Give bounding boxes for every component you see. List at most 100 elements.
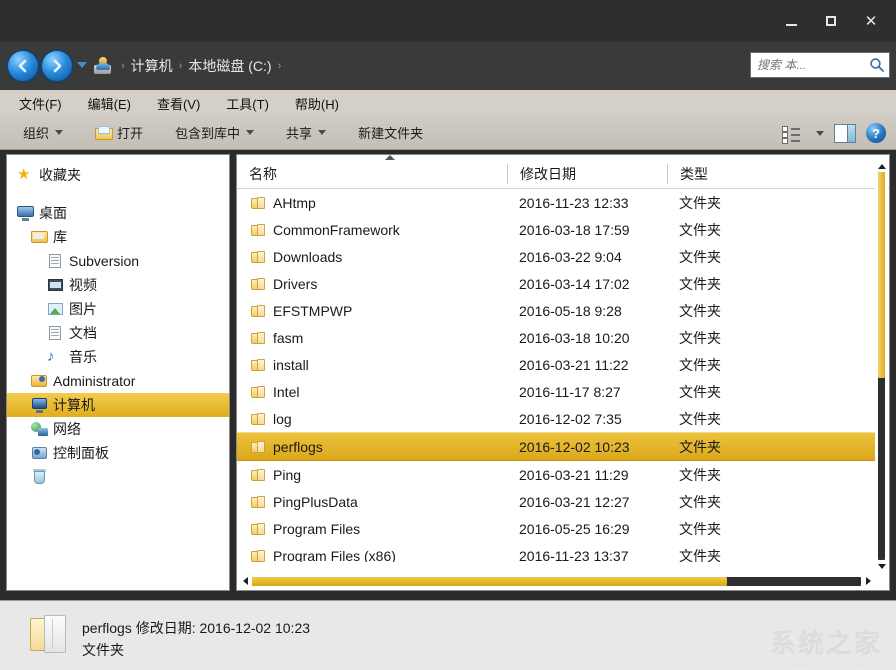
sidebar-item-libraries[interactable]: 库 [7, 225, 229, 249]
maximize-button[interactable] [812, 8, 850, 34]
folder-icon [251, 468, 265, 482]
table-row[interactable]: EFSTMPWP 2016-05-18 9:28 文件夹 [237, 297, 877, 324]
help-button[interactable]: ? [866, 123, 886, 143]
horizontal-scroll-track[interactable] [252, 577, 861, 586]
breadcrumb-item-local-disk[interactable]: 本地磁盘 (C:) [188, 56, 271, 76]
file-date: 2016-03-21 11:29 [507, 467, 667, 483]
chevron-right-icon [866, 577, 871, 585]
folder-icon [251, 440, 265, 454]
vertical-scroll-thumb[interactable] [878, 172, 885, 378]
table-row[interactable]: CommonFramework 2016-03-18 17:59 文件夹 [237, 216, 877, 243]
minimize-button[interactable] [772, 8, 810, 34]
scroll-down-button[interactable] [875, 560, 888, 572]
horizontal-scrollbar[interactable] [238, 573, 875, 589]
new-folder-button[interactable]: 新建文件夹 [353, 120, 428, 145]
scroll-right-button[interactable] [861, 573, 875, 589]
sidebar-item-control-panel[interactable]: 控制面板 [7, 441, 229, 465]
sidebar-item-videos[interactable]: 视频 [7, 273, 229, 297]
search-box[interactable] [750, 52, 890, 78]
share-button[interactable]: 共享 [281, 120, 331, 145]
breadcrumb-item-computer[interactable]: 计算机 [131, 56, 173, 76]
scroll-up-button[interactable] [875, 160, 888, 172]
sidebar-item-pictures[interactable]: 图片 [7, 297, 229, 321]
sidebar-item-label: 库 [53, 227, 67, 247]
file-name: EFSTMPWP [273, 303, 352, 319]
watermark-subtext: www.xitongzhijia.net [770, 660, 882, 669]
vertical-scrollbar[interactable] [875, 160, 888, 572]
table-row[interactable]: PingPlusData 2016-03-21 12:27 文件夹 [237, 488, 877, 515]
include-in-library-button[interactable]: 包含到库中 [170, 120, 259, 145]
file-type: 文件夹 [667, 492, 787, 512]
file-type: 文件夹 [667, 247, 787, 267]
file-list-pane[interactable]: 名称 修改日期 类型 AHtmp 2016-11-23 12:33 文件夹 [236, 154, 890, 591]
menu-item-view[interactable]: 查看(V) [154, 92, 203, 115]
vertical-scroll-track[interactable] [878, 172, 885, 560]
menu-item-file[interactable]: 文件(F) [16, 92, 65, 115]
sidebar-item-favorites[interactable]: ★ 收藏夹 [7, 163, 229, 187]
sidebar-item-documents[interactable]: 文档 [7, 321, 229, 345]
file-name: Intel [273, 384, 299, 400]
table-row[interactable]: fasm 2016-03-18 10:20 文件夹 [237, 324, 877, 351]
table-row[interactable]: Program Files (x86) 2016-11-23 13:37 文件夹 [237, 542, 877, 562]
open-button[interactable]: 打开 [90, 120, 148, 145]
file-name: Ping [273, 467, 301, 483]
sidebar-item-subversion[interactable]: Subversion [7, 249, 229, 273]
horizontal-scroll-thumb[interactable] [252, 577, 727, 586]
command-bar: 组织 打开 包含到库中 共享 新建文件夹 ? [0, 116, 896, 150]
back-button[interactable] [8, 51, 38, 81]
change-view-button[interactable] [782, 126, 800, 140]
file-name-cell: CommonFramework [237, 222, 507, 238]
column-header-name[interactable]: 名称 [237, 164, 507, 184]
sidebar-item-label: 音乐 [69, 347, 97, 367]
close-button[interactable]: ✕ [852, 8, 890, 34]
table-row[interactable]: install 2016-03-21 11:22 文件夹 [237, 351, 877, 378]
view-chevron-down-icon[interactable] [816, 131, 824, 136]
sidebar-item-computer[interactable]: 计算机 [7, 393, 229, 417]
file-name-cell: Ping [237, 467, 507, 483]
scroll-left-button[interactable] [238, 573, 252, 589]
menu-item-edit[interactable]: 编辑(E) [85, 92, 134, 115]
column-header-type[interactable]: 类型 [667, 164, 787, 184]
folder-icon [251, 277, 265, 291]
history-dropdown-icon[interactable] [77, 62, 87, 68]
sidebar-item-recycle-bin[interactable] [7, 465, 229, 489]
table-row-selected[interactable]: perflogs 2016-12-02 10:23 文件夹 [237, 432, 877, 461]
sidebar-item-music[interactable]: ♪ 音乐 [7, 345, 229, 369]
menu-item-tools[interactable]: 工具(T) [223, 92, 272, 115]
file-name: CommonFramework [273, 222, 400, 238]
table-row[interactable]: Ping 2016-03-21 11:29 文件夹 [237, 461, 877, 488]
nav-spacer [7, 187, 229, 201]
forward-button[interactable] [42, 51, 72, 81]
sidebar-item-desktop[interactable]: 桌面 [7, 201, 229, 225]
file-type: 文件夹 [667, 465, 787, 485]
file-type: 文件夹 [667, 193, 787, 213]
breadcrumb-separator-2: › [278, 60, 282, 72]
sidebar-item-network[interactable]: 网络 [7, 417, 229, 441]
table-row[interactable]: Drivers 2016-03-14 17:02 文件夹 [237, 270, 877, 297]
file-type: 文件夹 [667, 519, 787, 539]
search-input[interactable] [755, 57, 869, 73]
sidebar-item-administrator[interactable]: Administrator [7, 369, 229, 393]
organize-button[interactable]: 组织 [18, 120, 68, 145]
breadcrumb[interactable]: › 计算机 › 本地磁盘 (C:) › [93, 51, 746, 81]
table-row[interactable]: Downloads 2016-03-22 9:04 文件夹 [237, 243, 877, 270]
table-row[interactable]: Program Files 2016-05-25 16:29 文件夹 [237, 515, 877, 542]
table-row[interactable]: AHtmp 2016-11-23 12:33 文件夹 [237, 189, 877, 216]
file-date: 2016-03-14 17:02 [507, 276, 667, 292]
column-header-date-modified[interactable]: 修改日期 [507, 164, 667, 184]
file-date: 2016-11-17 8:27 [507, 384, 667, 400]
file-name: Program Files [273, 521, 360, 537]
preview-pane-button[interactable] [834, 124, 856, 143]
file-name-cell: Downloads [237, 249, 507, 265]
recycle-bin-icon [31, 469, 48, 485]
folder-icon [251, 412, 265, 426]
table-row[interactable]: Intel 2016-11-17 8:27 文件夹 [237, 378, 877, 405]
navigation-pane[interactable]: ★ 收藏夹 桌面 库 Subversion [6, 154, 230, 591]
table-row[interactable]: log 2016-12-02 7:35 文件夹 [237, 405, 877, 432]
menu-item-help[interactable]: 帮助(H) [292, 92, 342, 115]
file-date: 2016-05-25 16:29 [507, 521, 667, 537]
picture-icon [47, 301, 64, 317]
file-type: 文件夹 [667, 409, 787, 429]
file-name: PingPlusData [273, 494, 358, 510]
file-name-cell: EFSTMPWP [237, 303, 507, 319]
